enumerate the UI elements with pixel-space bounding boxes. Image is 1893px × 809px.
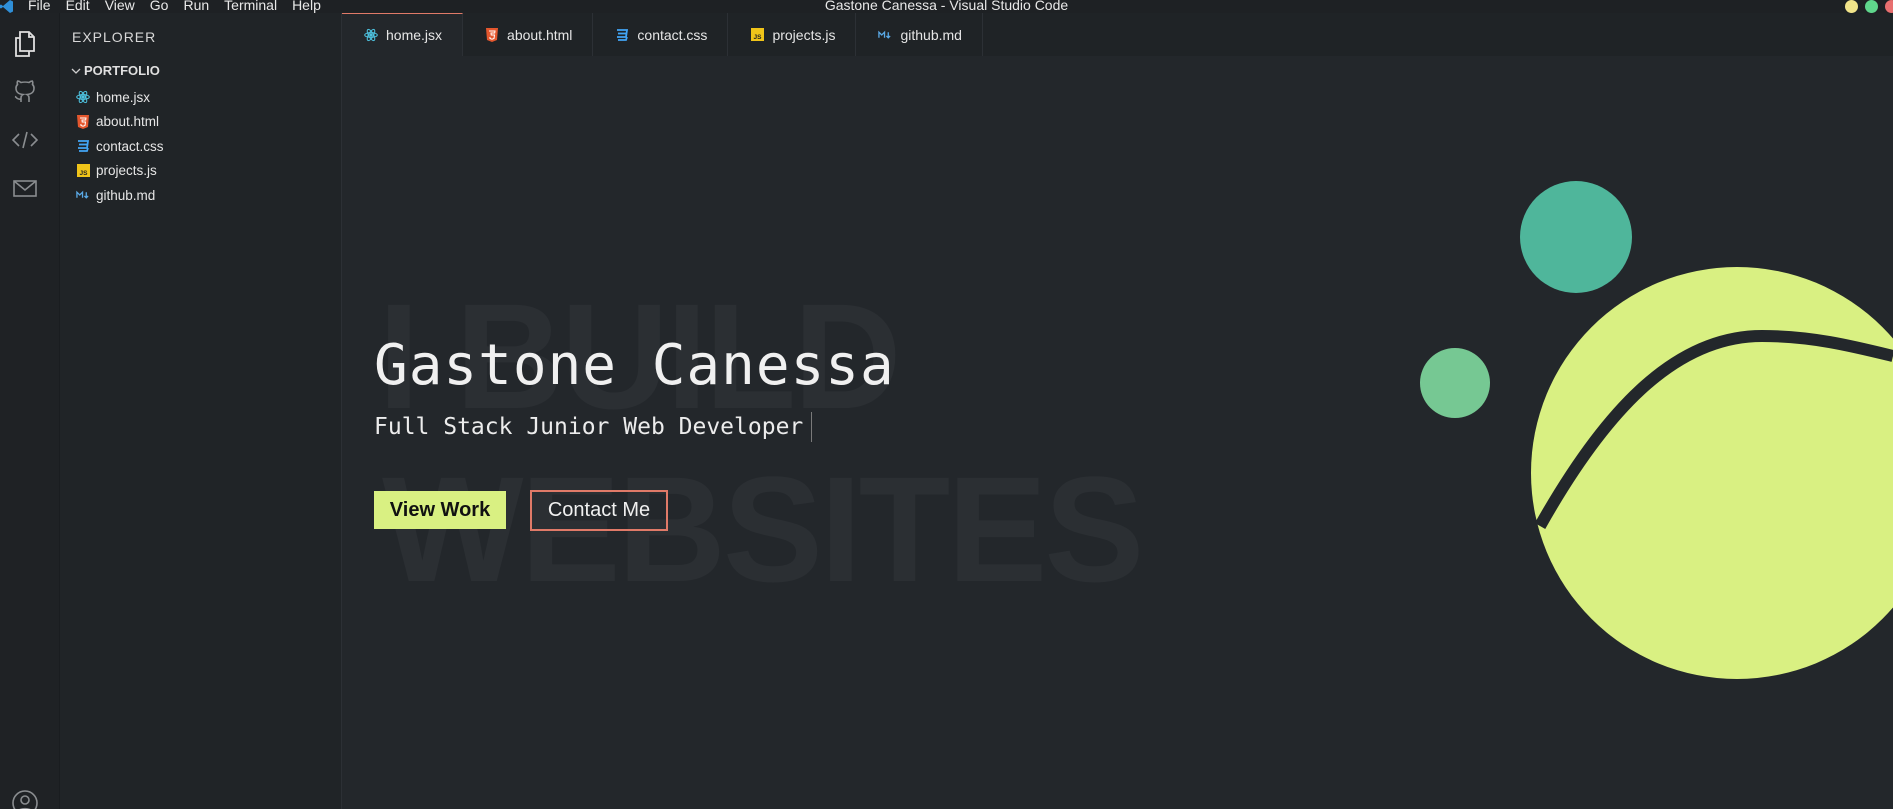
js-icon: JS — [750, 28, 764, 42]
file-list: home.jsx about.html contact.css JS proje… — [76, 85, 164, 208]
css-icon — [76, 139, 90, 153]
files-icon[interactable] — [10, 29, 40, 59]
view-work-button[interactable]: View Work — [374, 491, 506, 529]
explorer-title: EXPLORER — [72, 29, 157, 45]
markdown-icon — [878, 28, 892, 42]
tennis-ball — [1531, 267, 1893, 679]
html-icon — [485, 27, 499, 42]
folder-label: PORTFOLIO — [84, 63, 160, 78]
tab-contact-css[interactable]: contact.css — [593, 13, 729, 56]
file-item-projects-js[interactable]: JS projects.js — [76, 159, 164, 184]
minimize-button[interactable] — [1845, 0, 1858, 13]
file-label: projects.js — [96, 163, 157, 179]
svg-text:JS: JS — [79, 170, 88, 177]
folder-portfolio[interactable]: PORTFOLIO — [71, 63, 160, 78]
react-icon — [364, 28, 378, 42]
hero-subtitle: Full Stack Junior Web Developer — [374, 412, 813, 442]
teal-circle — [1520, 181, 1632, 293]
css-icon — [615, 28, 629, 42]
tab-github-md[interactable]: github.md — [856, 13, 983, 56]
tab-projects-js[interactable]: JS projects.js — [728, 13, 857, 56]
svg-text:JS: JS — [753, 34, 762, 41]
markdown-icon — [76, 188, 90, 202]
js-icon: JS — [76, 164, 90, 178]
file-item-about-html[interactable]: about.html — [76, 110, 164, 135]
tab-label: contact.css — [637, 26, 708, 43]
file-label: home.jsx — [96, 89, 151, 105]
html-icon — [76, 114, 90, 129]
github-icon[interactable] — [10, 77, 40, 107]
file-label: github.md — [96, 187, 156, 203]
maximize-button[interactable] — [1865, 0, 1878, 13]
file-item-home-jsx[interactable]: home.jsx — [76, 85, 164, 110]
activity-bar — [0, 13, 60, 809]
title-bar: File Edit View Go Run Terminal Help Gast… — [0, 0, 1893, 13]
tab-label: projects.js — [772, 26, 836, 43]
hero-name: Gastone Canessa — [374, 333, 895, 398]
tab-label: github.md — [900, 26, 962, 43]
file-item-github-md[interactable]: github.md — [76, 183, 164, 208]
close-button[interactable] — [1885, 0, 1893, 13]
code-icon[interactable] — [10, 125, 40, 155]
file-label: about.html — [96, 114, 160, 130]
tab-home-jsx[interactable]: home.jsx — [342, 13, 464, 56]
tab-about-html[interactable]: about.html — [463, 13, 594, 56]
account-icon[interactable] — [10, 788, 40, 809]
editor-tabs: home.jsx about.html contact.css JS proje… — [342, 13, 1893, 56]
react-icon — [76, 90, 90, 104]
tab-label: home.jsx — [386, 27, 443, 43]
contact-me-button[interactable]: Contact Me — [530, 490, 668, 531]
explorer-panel: EXPLORER PORTFOLIO home.jsx about.html c… — [60, 13, 342, 809]
mail-icon[interactable] — [10, 173, 40, 203]
tab-label: about.html — [507, 26, 573, 43]
file-label: contact.css — [96, 138, 164, 154]
editor-area: I BUILD WEBSITES Gastone Canessa Full St… — [342, 56, 1893, 809]
chevron-down-icon — [71, 68, 81, 74]
file-item-contact-css[interactable]: contact.css — [76, 134, 164, 159]
green-circle — [1420, 348, 1490, 418]
window-title: Gastone Canessa - Visual Studio Code — [824, 0, 1069, 13]
